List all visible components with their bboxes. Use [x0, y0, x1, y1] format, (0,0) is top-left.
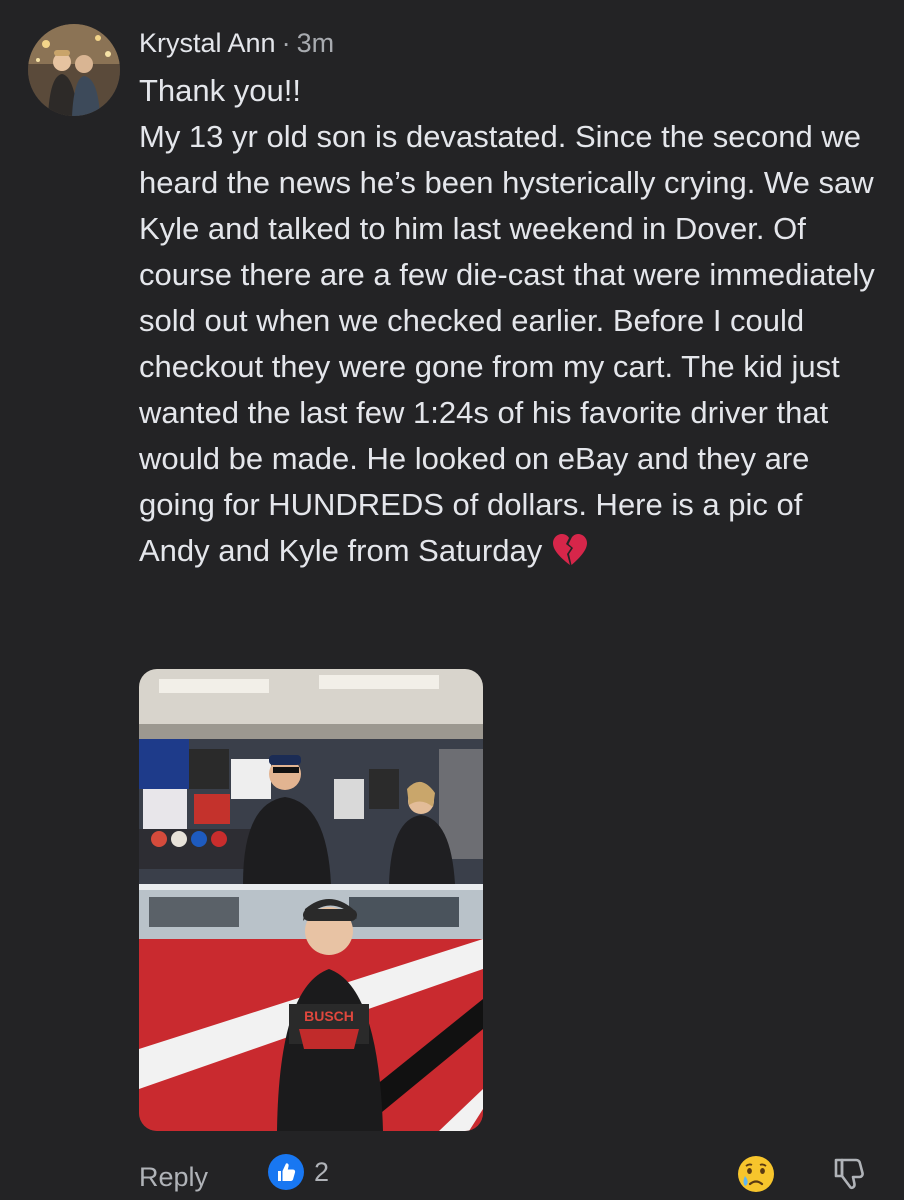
author-name[interactable]: Krystal Ann: [139, 28, 276, 58]
sad-tear-face-icon[interactable]: [736, 1154, 776, 1194]
thumbs-up-icon: [268, 1154, 304, 1190]
separator-dot: ·: [281, 28, 291, 58]
comment-header: Krystal Ann · 3m: [139, 26, 334, 60]
attached-photo[interactable]: BUSCH: [139, 669, 483, 1131]
comment: Krystal Ann · 3m Thank you!! My 13 yr old …: [0, 0, 904, 1200]
reply-button[interactable]: Reply: [139, 1162, 208, 1193]
avatar[interactable]: [28, 24, 120, 116]
timestamp[interactable]: 3m: [297, 28, 335, 58]
photo-shirt-text: BUSCH: [304, 1008, 354, 1024]
like-count: 2: [314, 1156, 330, 1187]
comment-footer: Reply 2: [0, 1152, 904, 1200]
comment-body: Thank you!! My 13 yr old son is devastat…: [139, 68, 879, 580]
thumbs-down-icon[interactable]: [832, 1156, 866, 1192]
broken-heart-icon: [552, 533, 588, 580]
comment-line-2: My 13 yr old son is devastated. Since th…: [139, 114, 879, 580]
photo-image: BUSCH: [139, 669, 483, 1131]
like-count-button[interactable]: 2: [268, 1154, 329, 1190]
avatar-image: [28, 24, 120, 116]
comment-line-1: Thank you!!: [139, 73, 301, 108]
comment-text: My 13 yr old son is devastated. Since th…: [139, 119, 875, 568]
